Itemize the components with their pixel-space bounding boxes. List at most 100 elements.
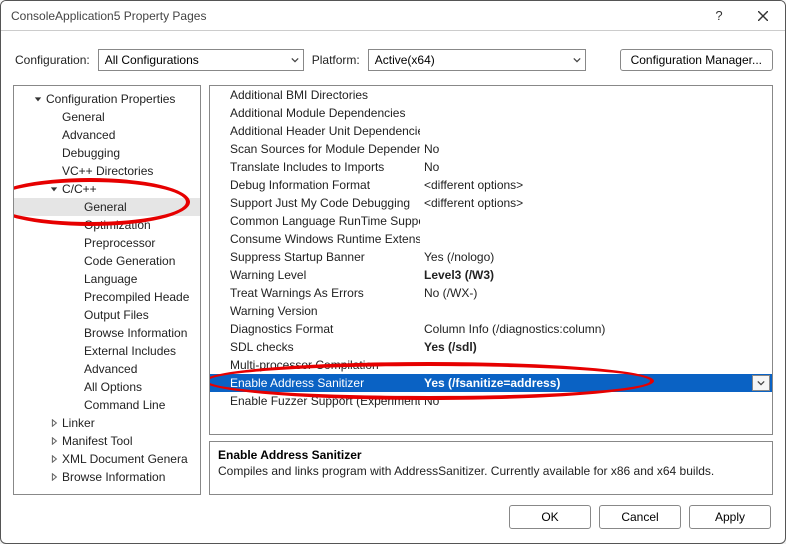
property-row[interactable]: Common Language RunTime Support: [210, 212, 772, 230]
property-pages-dialog: ConsoleApplication5 Property Pages ? Con…: [0, 0, 786, 544]
tree-item[interactable]: Precompiled Heade: [14, 288, 200, 306]
property-tree[interactable]: Configuration Properties General Advanced D…: [14, 86, 200, 490]
property-name: Common Language RunTime Support: [210, 214, 420, 228]
property-row[interactable]: Suppress Startup BannerYes (/nologo): [210, 248, 772, 266]
tree-item[interactable]: VC++ Directories: [14, 162, 200, 180]
property-value: <different options>: [420, 196, 772, 210]
property-row[interactable]: Additional Module Dependencies: [210, 104, 772, 122]
property-grid[interactable]: Additional BMI Directories Additional Mod…: [209, 85, 773, 435]
tree-item-label: External Includes: [84, 344, 176, 358]
property-dropdown-button[interactable]: [752, 375, 770, 391]
property-name: Debug Information Format: [210, 178, 420, 192]
property-value: Column Info (/diagnostics:column): [420, 322, 772, 336]
tree-item-label: Preprocessor: [84, 236, 155, 250]
platform-combo[interactable]: Active(x64): [368, 49, 586, 71]
tree-item[interactable]: Browse Information: [14, 468, 200, 486]
property-name: Additional Header Unit Dependencies: [210, 124, 420, 138]
property-row[interactable]: Multi-processor Compilation: [210, 356, 772, 374]
property-name: Translate Includes to Imports: [210, 160, 420, 174]
property-name: Enable Fuzzer Support (Experimental): [210, 394, 420, 408]
tree-item[interactable]: Preprocessor: [14, 234, 200, 252]
property-row[interactable]: Additional BMI Directories: [210, 86, 772, 104]
property-value: Yes (/sdl): [420, 340, 772, 354]
property-name: Warning Level: [210, 268, 420, 282]
tree-item-label: Optimization: [84, 218, 151, 232]
property-name: Additional BMI Directories: [210, 88, 420, 102]
tree-expand-icon[interactable]: [48, 437, 60, 445]
property-value: No (/WX-): [420, 286, 772, 300]
tree-item-label: General: [84, 200, 127, 214]
property-row[interactable]: Translate Includes to ImportsNo: [210, 158, 772, 176]
property-name: Diagnostics Format: [210, 322, 420, 336]
property-value: Level3 (/W3): [420, 268, 772, 282]
tree-item[interactable]: Browse Information: [14, 324, 200, 342]
property-row[interactable]: Additional Header Unit Dependencies: [210, 122, 772, 140]
tree-item[interactable]: General: [14, 108, 200, 126]
tree-item[interactable]: Output Files: [14, 306, 200, 324]
property-row[interactable]: Warning LevelLevel3 (/W3): [210, 266, 772, 284]
tree-item-label: VC++ Directories: [62, 164, 153, 178]
property-row[interactable]: Debug Information Format<different optio…: [210, 176, 772, 194]
close-button[interactable]: [741, 1, 785, 31]
property-row[interactable]: Support Just My Code Debugging<different…: [210, 194, 772, 212]
tree-item[interactable]: Manifest Tool: [14, 432, 200, 450]
tree-item-label: General: [62, 110, 105, 124]
dialog-body: Configuration Properties General Advanced D…: [1, 85, 785, 495]
property-row[interactable]: Scan Sources for Module DependenciesNo: [210, 140, 772, 158]
tree-item-label: C/C++: [62, 182, 97, 196]
tree-item-label: Advanced: [84, 362, 137, 376]
tree-item[interactable]: C/C++: [14, 180, 200, 198]
property-row[interactable]: SDL checksYes (/sdl): [210, 338, 772, 356]
tree-expand-icon[interactable]: [48, 455, 60, 463]
cancel-button[interactable]: Cancel: [599, 505, 681, 529]
configuration-manager-button[interactable]: Configuration Manager...: [620, 49, 773, 71]
property-value: Yes (/nologo): [420, 250, 772, 264]
property-row[interactable]: Enable Address SanitizerYes (/fsanitize=…: [210, 374, 772, 392]
property-row[interactable]: Warning Version: [210, 302, 772, 320]
configuration-combo[interactable]: All Configurations: [98, 49, 304, 71]
property-row[interactable]: Enable Fuzzer Support (Experimental)No: [210, 392, 772, 410]
tree-item-label: Code Generation: [84, 254, 175, 268]
property-row[interactable]: Treat Warnings As ErrorsNo (/WX-): [210, 284, 772, 302]
property-name: Suppress Startup Banner: [210, 250, 420, 264]
property-row[interactable]: Consume Windows Runtime Extension: [210, 230, 772, 248]
property-row[interactable]: Diagnostics FormatColumn Info (/diagnost…: [210, 320, 772, 338]
tree-collapse-icon[interactable]: [32, 95, 44, 103]
property-name: Additional Module Dependencies: [210, 106, 420, 120]
tree-item[interactable]: Code Generation: [14, 252, 200, 270]
tree-item[interactable]: Language: [14, 270, 200, 288]
close-icon: [758, 11, 768, 21]
tree-expand-icon[interactable]: [48, 419, 60, 427]
property-value: <different options>: [420, 178, 772, 192]
window-title: ConsoleApplication5 Property Pages: [11, 9, 697, 23]
chevron-down-icon: [757, 376, 765, 390]
tree-item[interactable]: Configuration Properties: [14, 90, 200, 108]
titlebar: ConsoleApplication5 Property Pages ?: [1, 1, 785, 31]
tree-pane: Configuration Properties General Advanced D…: [13, 85, 201, 495]
property-name: Multi-processor Compilation: [210, 358, 420, 372]
tree-item[interactable]: Advanced: [14, 360, 200, 378]
tree-collapse-icon[interactable]: [48, 185, 60, 193]
tree-item[interactable]: General: [14, 198, 200, 216]
property-value: Yes (/fsanitize=address): [420, 376, 752, 390]
property-name: SDL checks: [210, 340, 420, 354]
tree-item-label: Configuration Properties: [46, 92, 175, 106]
tree-item[interactable]: Debugging: [14, 144, 200, 162]
tree-item[interactable]: Command Line: [14, 396, 200, 414]
tree-item[interactable]: XML Document Genera: [14, 450, 200, 468]
tree-item-label: Advanced: [62, 128, 115, 142]
help-button[interactable]: ?: [697, 1, 741, 31]
apply-button[interactable]: Apply: [689, 505, 771, 529]
tree-item[interactable]: Linker: [14, 414, 200, 432]
tree-item[interactable]: External Includes: [14, 342, 200, 360]
tree-item[interactable]: Optimization: [14, 216, 200, 234]
property-value: No: [420, 394, 772, 408]
config-toolbar: Configuration: All Configurations Platfo…: [1, 31, 785, 85]
tree-item[interactable]: All Options: [14, 378, 200, 396]
property-value: No: [420, 160, 772, 174]
tree-item[interactable]: Advanced: [14, 126, 200, 144]
tree-item-label: Output Files: [84, 308, 149, 322]
tree-expand-icon[interactable]: [48, 473, 60, 481]
tree-item-label: Browse Information: [84, 326, 187, 340]
ok-button[interactable]: OK: [509, 505, 591, 529]
